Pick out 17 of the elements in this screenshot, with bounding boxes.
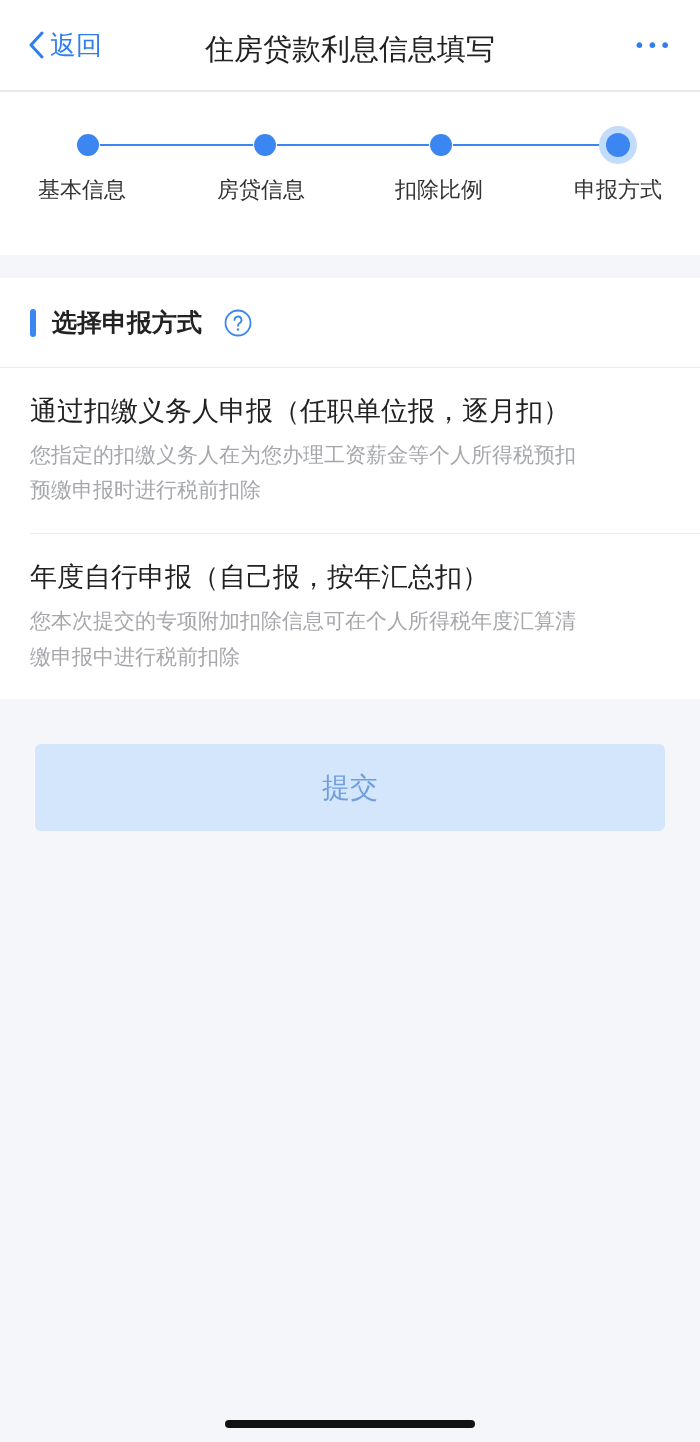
option-title: 通过扣缴义务人申报（任职单位报，逐月扣）: [30, 394, 571, 428]
page-title: 住房贷款利息信息填写: [205, 31, 495, 68]
step-label: 扣除比例: [395, 176, 484, 204]
back-button[interactable]: 返回: [28, 27, 102, 63]
step-label: 申报方式: [573, 176, 662, 204]
step-label: 房贷信息: [216, 176, 305, 204]
option-item[interactable]: 通过扣缴义务人申报（任职单位报，逐月扣） 您指定的扣缴义务人在为您办理工资薪金等个人所得税预扣预缴申报时进行税前扣除: [30, 368, 700, 535]
section-title: 选择申报方式: [52, 307, 202, 339]
option-description: 您指定的扣缴义务人在为您办理工资薪金等个人所得税预扣预缴申报时进行税前扣除: [30, 441, 577, 505]
back-icon: [28, 31, 44, 59]
more-button[interactable]: •••: [633, 33, 672, 57]
option-description: 您本次提交的专项附加扣除信息可在个人所得税年度汇算清缴申报中进行税前扣除: [30, 607, 577, 671]
option-item[interactable]: 年度自行申报（自己报，按年汇总扣） 您本次提交的专项附加扣除信息可在个人所得税年度汇算清缴申报中进行税前扣除: [30, 534, 700, 700]
option-title: 年度自行申报（自己报，按年汇总扣）: [30, 560, 490, 595]
help-icon[interactable]: [224, 308, 252, 337]
accent-bar: [30, 308, 36, 337]
step-label: 基本信息: [38, 176, 126, 204]
